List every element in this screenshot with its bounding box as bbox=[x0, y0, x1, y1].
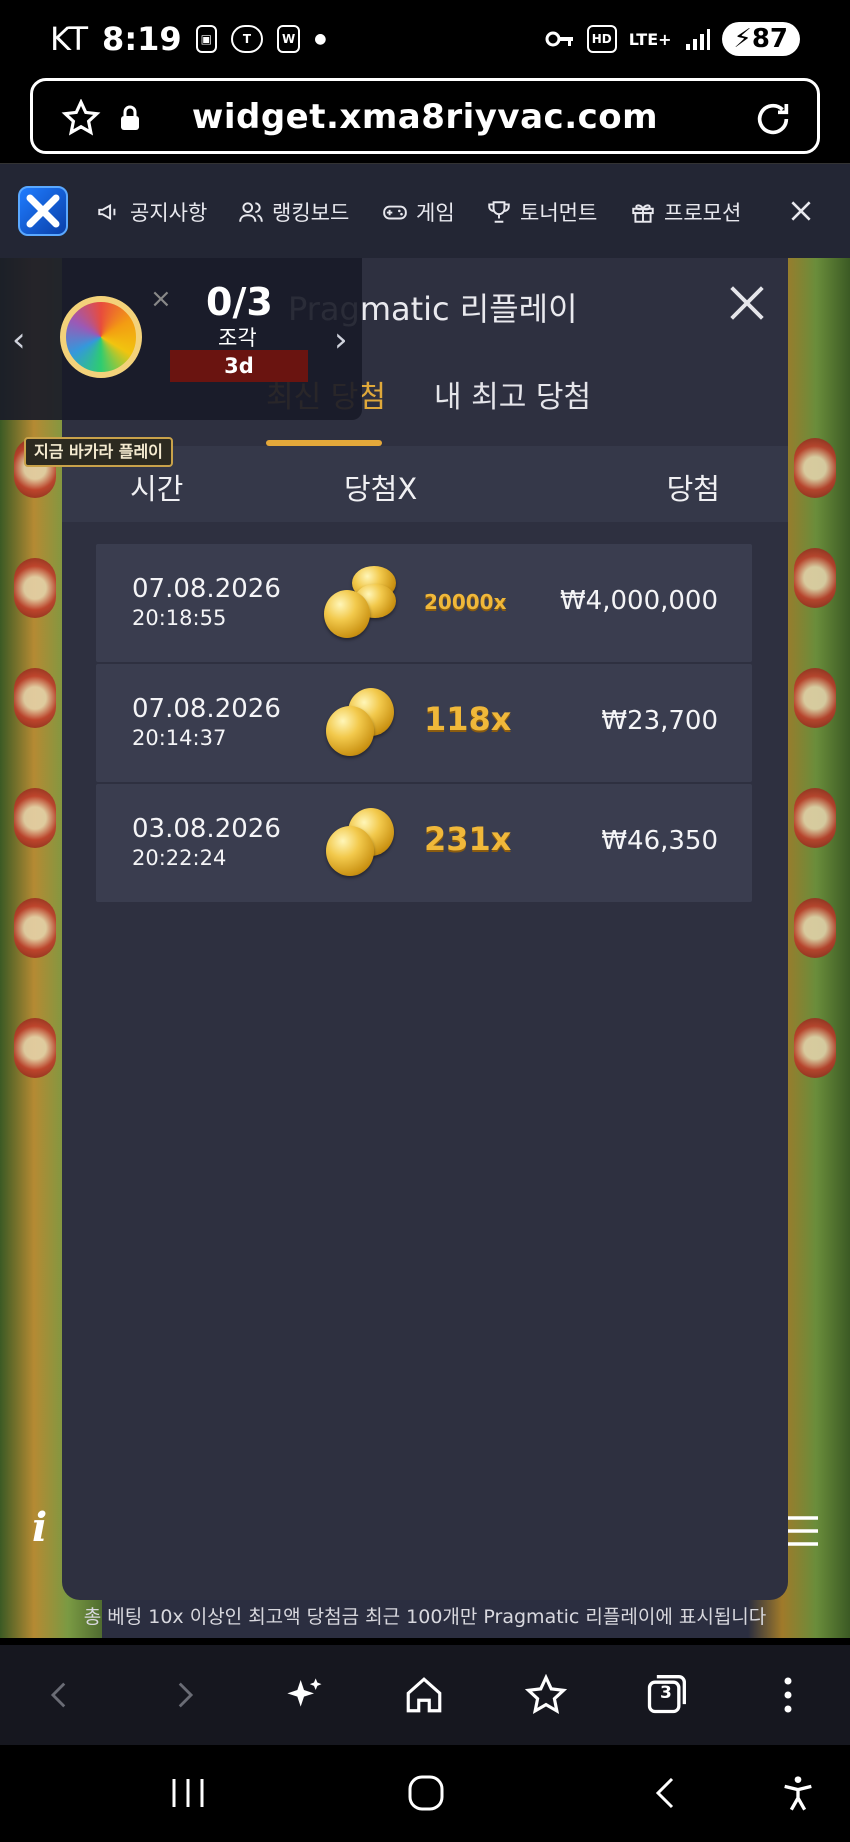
row-amount: ₩23,700 bbox=[601, 706, 718, 736]
nav-item-label: 게임 bbox=[416, 201, 455, 225]
system-nav-bar bbox=[0, 1745, 850, 1842]
gift-icon bbox=[632, 204, 654, 223]
more-vertical-icon bbox=[784, 1677, 792, 1713]
arrow-right-icon bbox=[178, 1682, 194, 1708]
column-header-win: 당첨 bbox=[666, 472, 720, 506]
network-label: LTE+ bbox=[628, 29, 672, 49]
table-row[interactable]: 07.08.2026 20:14:37 118x ₩23,700 bbox=[96, 664, 752, 782]
url-bar[interactable]: widget.xma8riyvac.com bbox=[30, 78, 820, 154]
table-row[interactable]: 03.08.2026 20:22:24 231x ₩46,350 bbox=[96, 784, 752, 902]
row-multiplier: 231x bbox=[424, 820, 512, 858]
close-nav-icon[interactable] bbox=[788, 198, 814, 224]
trophy-icon bbox=[488, 201, 510, 223]
table-row[interactable]: 07.08.2026 20:18:55 20000x ₩4,000,000 bbox=[96, 544, 752, 662]
bookmarks-star-icon bbox=[525, 1674, 567, 1715]
battery-indicator: ⚡87 bbox=[721, 22, 800, 56]
collect-label: 조각 bbox=[218, 326, 257, 350]
row-amount: ₩4,000,000 bbox=[559, 586, 718, 616]
browser-toolbar: 3 bbox=[0, 1645, 850, 1745]
x-logo-icon bbox=[26, 194, 60, 228]
prize-wheel-icon bbox=[60, 296, 142, 378]
column-header-multiplier: 당첨X bbox=[344, 472, 418, 506]
forward-button[interactable] bbox=[158, 1669, 210, 1721]
tab-my-best-wins[interactable]: 내 최고 당첨 bbox=[434, 372, 591, 416]
coin-stack-icon bbox=[324, 562, 404, 642]
collect-progress: 0/3 bbox=[206, 280, 273, 324]
ai-sparkle-button[interactable] bbox=[278, 1669, 330, 1721]
row-date: 03.08.2026 bbox=[132, 814, 281, 844]
row-time: 20:14:37 bbox=[132, 726, 227, 750]
key-icon bbox=[545, 31, 573, 47]
row-date: 07.08.2026 bbox=[132, 574, 281, 604]
webtoon-icon: W bbox=[276, 25, 301, 53]
arrow-left-icon bbox=[50, 1682, 66, 1708]
nav-item-label: 랭킹보드 bbox=[272, 201, 350, 225]
coins-icon bbox=[326, 688, 406, 764]
tabs-button[interactable]: 3 bbox=[640, 1669, 692, 1721]
coins-icon bbox=[326, 808, 406, 884]
info-icon[interactable]: i bbox=[32, 1504, 47, 1551]
row-multiplier: 20000x bbox=[424, 590, 507, 614]
column-header-time: 시간 bbox=[130, 472, 184, 506]
url-text[interactable]: widget.xma8riyvac.com bbox=[33, 97, 817, 137]
battery-level: 87 bbox=[751, 24, 788, 54]
hd-icon: HD bbox=[586, 25, 617, 53]
row-time: 20:18:55 bbox=[132, 606, 227, 630]
megaphone-icon bbox=[98, 203, 116, 221]
tabs-count: 3 bbox=[660, 1683, 672, 1703]
nav-item-promotion[interactable]: 프로모션 bbox=[630, 197, 741, 227]
replay-footer-note: 총 베팅 10x 이상인 최고액 당첨금 최근 100개만 Pragmatic … bbox=[83, 1606, 767, 1628]
home-icon bbox=[406, 1677, 442, 1713]
home-button[interactable] bbox=[398, 1669, 450, 1721]
reload-icon[interactable] bbox=[753, 99, 793, 139]
screenshot-icon: ▣ bbox=[195, 25, 217, 53]
carrier-label: KT bbox=[50, 20, 89, 58]
more-menu-button[interactable] bbox=[762, 1669, 814, 1721]
clock: 8:19 bbox=[102, 20, 182, 58]
system-home-icon[interactable] bbox=[406, 1773, 446, 1813]
nav-item-label: 프로모션 bbox=[664, 201, 742, 225]
chevron-right-icon[interactable]: › bbox=[334, 320, 348, 360]
accessibility-icon[interactable] bbox=[778, 1771, 818, 1815]
time-left-badge: 3d bbox=[170, 350, 308, 382]
sparkle-icon bbox=[287, 1678, 322, 1707]
battery-bolt-icon: ⚡ bbox=[733, 24, 752, 54]
chevron-left-icon[interactable]: ‹ bbox=[12, 320, 26, 360]
bookmarks-button[interactable] bbox=[520, 1669, 572, 1721]
recent-apps-icon[interactable] bbox=[168, 1775, 208, 1811]
play-baccarat-badge[interactable]: 지금 바카라 플레이 bbox=[24, 437, 173, 467]
nav-item-game[interactable]: 게임 bbox=[382, 197, 455, 227]
users-icon bbox=[239, 202, 263, 222]
nav-item-label: 토너먼트 bbox=[520, 201, 598, 225]
nav-item-label: 공지사항 bbox=[130, 201, 208, 225]
row-multiplier: 118x bbox=[424, 700, 512, 738]
system-back-icon[interactable] bbox=[650, 1775, 680, 1811]
talk-icon: T bbox=[230, 25, 263, 53]
signal-icon bbox=[685, 29, 710, 50]
nav-item-notice[interactable]: 공지사항 bbox=[96, 197, 207, 227]
game-menu-icon[interactable] bbox=[784, 1514, 820, 1548]
row-date: 07.08.2026 bbox=[132, 694, 281, 724]
close-modal-icon[interactable] bbox=[724, 280, 770, 326]
dot-icon: ● bbox=[314, 31, 327, 47]
nav-item-ranking[interactable]: 랭킹보드 bbox=[238, 197, 349, 227]
collect-widget[interactable]: ‹ × 0/3 조각 3d › bbox=[0, 258, 362, 420]
nav-item-tournament[interactable]: 토너먼트 bbox=[486, 197, 597, 227]
dismiss-icon[interactable]: × bbox=[150, 284, 172, 314]
site-nav: 공지사항 랭킹보드 게임 토너먼트 프로모션 bbox=[0, 163, 850, 258]
back-button[interactable] bbox=[34, 1669, 86, 1721]
gamepad-icon bbox=[383, 205, 407, 220]
row-time: 20:22:24 bbox=[132, 846, 227, 870]
site-logo[interactable] bbox=[18, 186, 68, 236]
row-amount: ₩46,350 bbox=[601, 826, 718, 856]
status-bar: KT 8:19 ▣ T W ● HD LTE+ ⚡87 bbox=[0, 0, 850, 78]
